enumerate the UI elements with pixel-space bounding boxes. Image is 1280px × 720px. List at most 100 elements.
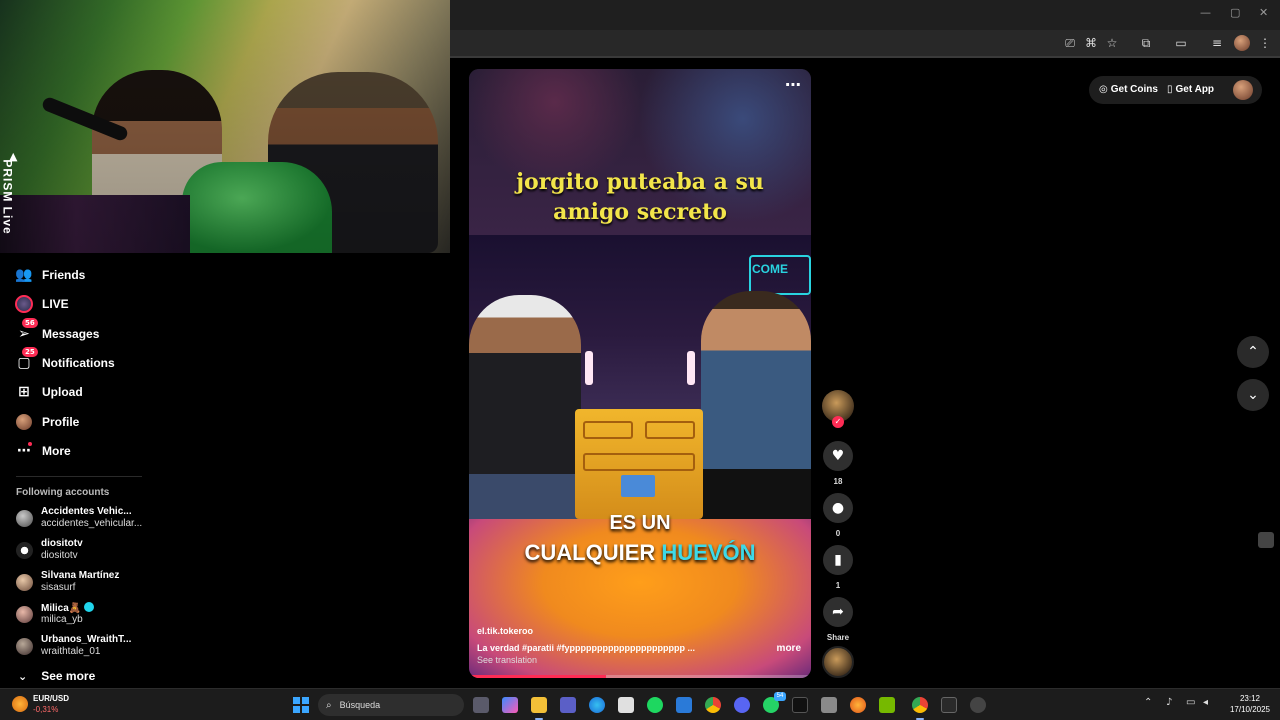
task-view-icon[interactable] — [473, 697, 489, 713]
get-app-label: Get App — [1175, 84, 1215, 95]
sidebar-item-messages[interactable]: ➢ 56 Messages — [14, 318, 100, 346]
live-icon — [15, 295, 33, 313]
user-avatar[interactable] — [1233, 80, 1253, 100]
account-name: Accidentes Vehic... — [41, 506, 132, 517]
next-video-button[interactable]: ⌄ — [1237, 379, 1269, 411]
ticker-change: -0,31% — [33, 705, 59, 714]
network-icon[interactable]: ▭ — [1186, 697, 1195, 708]
comment-button[interactable]: ● — [823, 493, 853, 523]
bookmark-star-icon[interactable]: ☆ — [1104, 35, 1120, 51]
close-window-button[interactable]: ✕ — [1259, 6, 1268, 19]
sidebar-item-label: Messages — [42, 327, 100, 341]
video-title-line2: amigo secreto — [553, 199, 727, 225]
search-placeholder: Búsqueda — [339, 700, 381, 710]
media-control-icon[interactable]: ≡ — [1209, 35, 1225, 51]
account-username: milica_yb — [41, 614, 83, 625]
store-icon[interactable] — [618, 697, 634, 713]
get-app-button[interactable]: ▯ Get App — [1167, 84, 1214, 95]
description-more-button[interactable]: more — [777, 643, 801, 654]
video-description: La verdad #paratii #fypppppppppppppppppp… — [477, 643, 695, 653]
app-icon[interactable] — [676, 697, 692, 713]
browser-menu-icon[interactable]: ⋮ — [1257, 35, 1273, 51]
neon-sign-text: COME — [752, 262, 788, 276]
start-button[interactable] — [293, 697, 309, 713]
see-more-button[interactable]: ⌄ See more — [18, 669, 95, 683]
get-coins-button[interactable]: ◎ Get Coins — [1099, 84, 1158, 95]
verified-badge-icon — [84, 602, 95, 612]
like-button[interactable]: ♥ — [823, 441, 853, 471]
file-explorer-icon[interactable] — [531, 697, 547, 713]
whatsapp-badge: 54 — [774, 692, 786, 701]
sidebar-item-upload[interactable]: ⊞ Upload — [14, 380, 83, 404]
prism-live-icon[interactable] — [941, 697, 957, 713]
clock-date[interactable]: 17/10/2025 — [1220, 705, 1280, 714]
extensions-icon[interactable]: ⧉ — [1138, 35, 1154, 51]
sidebar-item-friends[interactable]: 👥 Friends — [14, 263, 85, 287]
friends-icon: 👥 — [15, 267, 33, 283]
messages-icon: ➢ 56 — [14, 318, 38, 344]
video-scene: COME — [469, 235, 811, 519]
previous-video-button[interactable]: ⌃ — [1237, 336, 1269, 368]
translate-icon[interactable]: ⌘ — [1083, 35, 1099, 51]
see-translation-link[interactable]: See translation — [477, 655, 537, 665]
share-button[interactable]: ➦ — [823, 597, 853, 627]
nvidia-icon[interactable] — [879, 697, 895, 713]
following-account[interactable]: Accidentes Vehic... accidentes_vehicular… — [16, 505, 146, 533]
more-icon: ⋯ — [17, 442, 32, 459]
sidebar-item-label: Profile — [42, 415, 80, 429]
volume-icon[interactable]: ◂ — [1203, 697, 1208, 708]
account-name: Urbanos_WraithT... — [41, 634, 132, 645]
copilot-icon[interactable] — [502, 697, 518, 713]
spotify-icon[interactable] — [647, 697, 663, 713]
sidebar-item-more[interactable]: ⋯ More — [14, 439, 71, 463]
coin-icon: ◎ — [1099, 84, 1108, 95]
widgets-icon[interactable] — [12, 696, 28, 712]
split-view-icon[interactable]: ▭ — [1173, 35, 1189, 51]
show-hidden-icons[interactable]: ⌃ — [1144, 697, 1152, 708]
tiktok-icon[interactable] — [792, 697, 808, 713]
firefox-icon[interactable] — [850, 697, 866, 713]
sidebar-item-label: More — [42, 444, 71, 458]
floating-thumbnail[interactable] — [1258, 532, 1274, 548]
video-options-icon[interactable]: ⋯ — [785, 75, 801, 94]
podcast-host-left — [469, 295, 581, 519]
chrome-icon[interactable] — [705, 697, 721, 713]
sidebar-item-label: Notifications — [42, 356, 115, 370]
prism-live-label: PRISM Live — [0, 159, 15, 235]
account-name: diositotv — [41, 538, 83, 549]
obs-icon[interactable] — [970, 697, 986, 713]
edge-icon[interactable] — [589, 697, 605, 713]
taskbar-search[interactable]: ⌕ Búsqueda — [318, 694, 464, 716]
account-username: sisasurf — [41, 582, 76, 593]
video-player[interactable]: jorgito puteaba a su amigo secreto COME … — [469, 69, 811, 678]
screen: — ▢ ✕ ⎚ ⌘ ☆ ⧉ ▭ ≡ ⋮ ▲ PRISM Live 👥 Frien… — [0, 0, 1280, 720]
teams-icon[interactable] — [560, 697, 576, 713]
windows-taskbar: EUR/USD -0,31% ⌕ Búsqueda 54 ⌃ ♪ ▭ ◂ 23:… — [0, 688, 1280, 720]
app-icon[interactable] — [821, 697, 837, 713]
following-account[interactable]: Silvana Martínez sisasurf — [16, 569, 146, 597]
following-account[interactable]: diositotv diositotv — [16, 537, 146, 565]
sidebar-item-live[interactable]: LIVE — [14, 292, 69, 316]
sidebar-item-profile[interactable]: Profile — [14, 410, 79, 434]
upload-icon: ⊞ — [18, 384, 30, 400]
following-account[interactable]: Urbanos_WraithT... wraithtale_01 — [16, 633, 146, 661]
browser-profile-avatar[interactable] — [1234, 35, 1250, 51]
sidebar-item-notifications[interactable]: ▢ 25 Notifications — [14, 347, 115, 375]
music-disc[interactable] — [822, 646, 854, 678]
chevron-up-icon: ⌃ — [1247, 344, 1259, 360]
clock-time[interactable]: 23:12 — [1230, 694, 1270, 703]
follow-check-icon[interactable]: ✓ — [832, 416, 844, 428]
minimize-button[interactable]: — — [1200, 6, 1211, 19]
cast-icon[interactable]: ⎚ — [1062, 35, 1078, 51]
toolbar-divider — [450, 56, 1280, 58]
discord-icon[interactable] — [734, 697, 750, 713]
save-button[interactable]: ▮ — [823, 545, 853, 575]
chrome-active-icon[interactable] — [912, 697, 928, 713]
following-account[interactable]: Milica🧸 milica_yb — [16, 601, 146, 629]
video-author[interactable]: el.tik.tokeroo — [477, 626, 533, 636]
caption-highlight-word: HUEVÓN — [661, 540, 756, 565]
maximize-button[interactable]: ▢ — [1230, 6, 1240, 19]
video-progress-bar[interactable] — [469, 675, 811, 678]
account-username: accidentes_vehicular... — [41, 518, 143, 529]
microphone-icon[interactable]: ♪ — [1166, 697, 1172, 708]
